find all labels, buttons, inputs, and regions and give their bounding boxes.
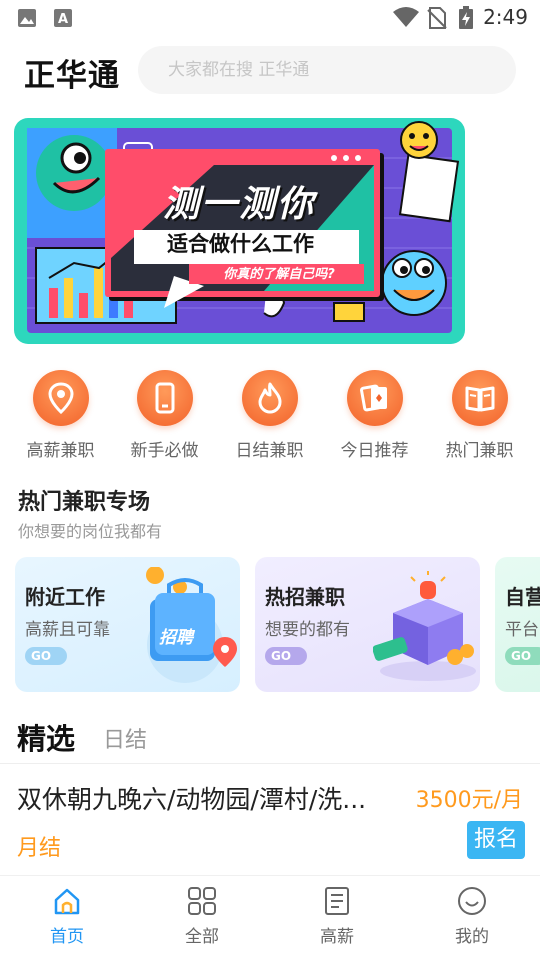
quick-links: 高薪兼职 新手必做 日结兼职 今日推荐 热门兼职 bbox=[0, 368, 540, 468]
nav-home[interactable]: 首页 bbox=[17, 886, 117, 947]
tab-daily[interactable]: 日结 bbox=[103, 722, 147, 754]
recruit-badge: 招聘 bbox=[159, 628, 193, 648]
tab-featured[interactable]: 精选 bbox=[17, 716, 75, 758]
image-icon bbox=[18, 9, 36, 27]
go-button[interactable]: GO bbox=[25, 647, 67, 665]
card-nearby-work[interactable]: 附近工作 高薪且可靠 GO 招聘 bbox=[15, 557, 240, 692]
document-icon bbox=[325, 887, 349, 915]
fire-icon bbox=[258, 382, 281, 414]
home-icon bbox=[54, 888, 80, 915]
grid-icon bbox=[188, 887, 216, 915]
svg-text:A: A bbox=[58, 12, 68, 27]
smiley-icon bbox=[458, 887, 486, 915]
quick-link-high-pay[interactable]: 高薪兼职 bbox=[8, 368, 113, 461]
card-hot-jobs[interactable]: 热招兼职 想要的都有 GO bbox=[255, 557, 480, 692]
go-button[interactable]: GO bbox=[505, 647, 540, 665]
header: 正华通 大家都在搜 正华通 bbox=[0, 44, 540, 100]
job-list-item[interactable]: 双休朝九晚六/动物园/潭村/洗... 3500元/月 月结 报名 bbox=[0, 764, 540, 876]
nav-all[interactable]: 全部 bbox=[152, 886, 252, 947]
banner-tagline: 你真的了解自己吗? bbox=[223, 267, 335, 282]
bottom-nav: 首页 全部 高薪 我的 bbox=[0, 876, 540, 960]
banner-title: 测一测你 bbox=[162, 184, 315, 225]
go-button[interactable]: GO bbox=[265, 647, 307, 665]
quick-link-hot-jobs[interactable]: 热门兼职 bbox=[427, 368, 532, 461]
job-title: 双休朝九晚六/动物园/潭村/洗... bbox=[17, 785, 367, 814]
status-bar: A 2:49 bbox=[0, 0, 540, 36]
section-subtitle: 你想要的岗位我都有 bbox=[18, 522, 163, 541]
promo-banner[interactable]: 测一测你 适合做什么工作 你真的了解自己吗? bbox=[14, 118, 465, 344]
banner-subtitle: 适合做什么工作 bbox=[167, 232, 314, 256]
cards-icon bbox=[359, 384, 387, 412]
battery-charging-icon bbox=[459, 6, 473, 29]
category-cards: 附近工作 高薪且可靠 GO 招聘 热招兼职 想要的都有 GO 自营 平台 GO bbox=[0, 557, 540, 692]
location-pin-icon bbox=[47, 382, 74, 414]
job-tabs: 精选 日结 bbox=[0, 716, 540, 764]
job-salary: 3500元/月 bbox=[415, 788, 523, 813]
quick-link-newbie[interactable]: 新手必做 bbox=[112, 368, 217, 461]
quick-link-today-picks[interactable]: 今日推荐 bbox=[322, 368, 427, 461]
search-input[interactable]: 大家都在搜 正华通 bbox=[138, 46, 516, 94]
a-icon: A bbox=[54, 9, 72, 27]
nav-high-pay[interactable]: 高薪 bbox=[287, 886, 387, 947]
app-logo: 正华通 bbox=[24, 58, 120, 94]
job-pay-type: 月结 bbox=[17, 836, 62, 861]
no-sim-icon bbox=[427, 7, 447, 29]
quick-link-daily-pay[interactable]: 日结兼职 bbox=[217, 368, 322, 461]
section-title: 热门兼职专场 bbox=[18, 490, 151, 515]
status-time: 2:49 bbox=[483, 5, 528, 29]
wifi-icon bbox=[393, 7, 419, 27]
nav-mine[interactable]: 我的 bbox=[422, 886, 522, 947]
card-self-run[interactable]: 自营 平台 GO bbox=[495, 557, 540, 692]
book-icon bbox=[465, 386, 494, 412]
apply-button[interactable]: 报名 bbox=[467, 821, 525, 859]
siren-box-illustration bbox=[373, 571, 476, 681]
phone-icon bbox=[155, 382, 174, 414]
